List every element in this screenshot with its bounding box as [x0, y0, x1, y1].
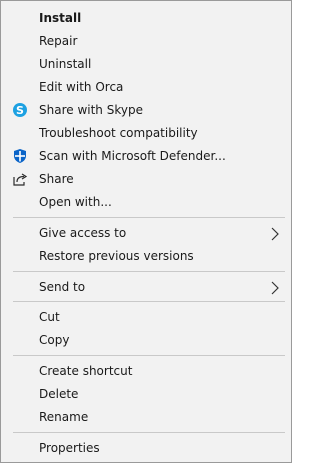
- menu-item-cut[interactable]: Cut: [1, 306, 291, 328]
- menu-item-copy[interactable]: Copy: [1, 329, 291, 351]
- menu-item-label: Rename: [39, 410, 89, 424]
- menu-item-create-shortcut[interactable]: Create shortcut: [1, 360, 291, 382]
- menu-item-troubleshoot-compatibility[interactable]: Troubleshoot compatibility: [1, 122, 291, 144]
- menu-item-uninstall[interactable]: Uninstall: [1, 53, 291, 75]
- menu-separator: [13, 217, 285, 218]
- menu-separator: [13, 301, 285, 302]
- defender-shield-icon: [12, 148, 28, 164]
- menu-item-label: Delete: [39, 387, 79, 401]
- menu-item-label: Properties: [39, 441, 100, 455]
- menu-item-properties[interactable]: Properties: [1, 437, 291, 459]
- menu-item-label: Create shortcut: [39, 364, 133, 378]
- menu-item-label: Scan with Microsoft Defender...: [39, 149, 226, 163]
- menu-item-rename[interactable]: Rename: [1, 406, 291, 428]
- menu-item-install[interactable]: Install: [1, 7, 291, 29]
- menu-item-label: Give access to: [39, 226, 127, 240]
- menu-separator: [13, 432, 285, 433]
- menu-item-share-with-skype[interactable]: S Share with Skype: [1, 99, 291, 121]
- chevron-right-icon: [271, 280, 279, 295]
- menu-item-label: Install: [39, 11, 82, 25]
- menu-item-label: Copy: [39, 333, 70, 347]
- menu-separator: [13, 271, 285, 272]
- context-menu: Install Repair Uninstall Edit with Orca …: [0, 0, 292, 463]
- skype-icon: S: [12, 102, 28, 118]
- menu-item-label: Restore previous versions: [39, 249, 194, 263]
- menu-item-scan-with-defender[interactable]: Scan with Microsoft Defender...: [1, 145, 291, 167]
- menu-item-open-with[interactable]: Open with...: [1, 191, 291, 213]
- menu-item-label: Uninstall: [39, 57, 92, 71]
- menu-item-label: Troubleshoot compatibility: [39, 126, 198, 140]
- menu-item-label: Open with...: [39, 195, 112, 209]
- menu-item-share[interactable]: Share: [1, 168, 291, 190]
- menu-item-repair[interactable]: Repair: [1, 30, 291, 52]
- menu-item-label: Repair: [39, 34, 78, 48]
- menu-item-delete[interactable]: Delete: [1, 383, 291, 405]
- menu-item-edit-with-orca[interactable]: Edit with Orca: [1, 76, 291, 98]
- menu-item-label: Send to: [39, 280, 86, 294]
- menu-item-send-to[interactable]: Send to: [1, 276, 291, 298]
- menu-separator: [13, 355, 285, 356]
- menu-item-label: Share with Skype: [39, 103, 143, 117]
- menu-item-label: Share: [39, 172, 74, 186]
- chevron-right-icon: [271, 226, 279, 241]
- svg-text:S: S: [16, 104, 24, 117]
- menu-item-label: Edit with Orca: [39, 80, 124, 94]
- share-icon: [12, 171, 28, 187]
- menu-item-label: Cut: [39, 310, 60, 324]
- menu-item-restore-previous-versions[interactable]: Restore previous versions: [1, 245, 291, 267]
- menu-item-give-access-to[interactable]: Give access to: [1, 222, 291, 244]
